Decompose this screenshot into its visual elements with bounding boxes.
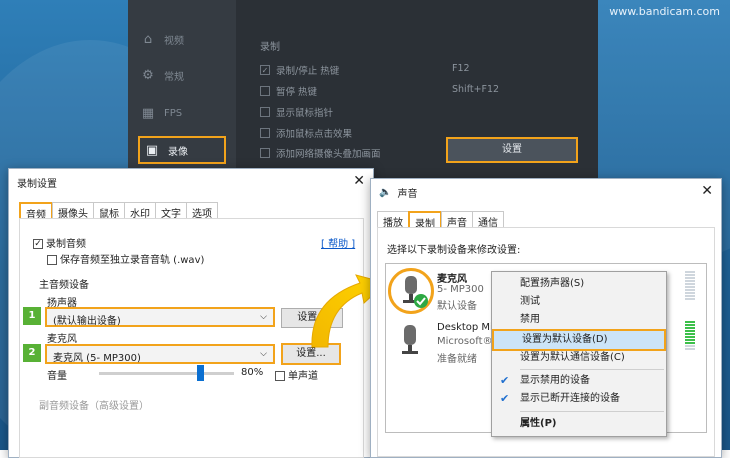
watermark: www.bandicam.com bbox=[609, 5, 720, 18]
main-device-group-label: 主音频设备 bbox=[39, 280, 89, 291]
menu-separator bbox=[520, 369, 664, 370]
context-menu: 配置扬声器(S) 测试 禁用 设置为默认设备(D) 设置为默认通信设备(C) ✔… bbox=[491, 271, 667, 437]
option-pause-hotkey[interactable]: 暂停 热键 bbox=[260, 84, 317, 98]
device-sub: 5- MP300 bbox=[437, 284, 484, 295]
gear-icon: ⚙ bbox=[142, 67, 154, 83]
instruction-text: 选择以下录制设备来修改设置: bbox=[387, 245, 521, 256]
save-track-checkbox[interactable]: 保存音频至独立录音音轨 (.wav) bbox=[47, 251, 204, 266]
menu-item-properties[interactable]: 属性(P) bbox=[492, 414, 666, 434]
microphone-icon bbox=[403, 276, 428, 308]
option-click-effect[interactable]: 添加鼠标点击效果 bbox=[260, 126, 352, 140]
option-show-cursor[interactable]: 显示鼠标指针 bbox=[260, 105, 333, 119]
checkbox[interactable] bbox=[260, 128, 270, 138]
video-icon: ▣ bbox=[145, 142, 159, 158]
device-status: 准备就绪 bbox=[437, 354, 477, 365]
device-status: 默认设备 bbox=[437, 301, 477, 312]
speaker-select[interactable]: (默认输出设备) ⌵ bbox=[45, 307, 275, 327]
checkbox[interactable] bbox=[260, 86, 270, 96]
option-webcam-overlay[interactable]: 添加网络摄像头叠加画面 bbox=[260, 146, 381, 160]
menu-item-set-default-comm[interactable]: 设置为默认通信设备(C) bbox=[492, 348, 666, 368]
close-icon[interactable]: ✕ bbox=[701, 183, 713, 199]
mic-device-icon-highlight[interactable] bbox=[388, 268, 434, 314]
hotkey-record[interactable]: F12 bbox=[452, 63, 470, 74]
speaker-icon: 🔈 bbox=[379, 186, 392, 198]
titlebar: 🔈 声音 ✕ bbox=[371, 179, 721, 205]
level-meter bbox=[685, 321, 695, 351]
secondary-device-label: 副音频设备（高级设置） bbox=[39, 401, 149, 412]
section-title: 录制 bbox=[260, 42, 280, 53]
mono-checkbox[interactable]: 单声道 bbox=[275, 367, 318, 382]
nav-item-fps[interactable]: ▦ FPS bbox=[140, 102, 182, 124]
chevron-down-icon: ⌵ bbox=[260, 312, 267, 322]
mic-select[interactable]: 麦克风 (5- MP300) ⌵ bbox=[45, 344, 275, 364]
nav-item-record[interactable]: ▣ 录像 bbox=[138, 136, 226, 164]
menu-item-configure-speaker[interactable]: 配置扬声器(S) bbox=[492, 274, 666, 294]
checkbox[interactable]: ✓ bbox=[260, 65, 270, 75]
nav-item-general[interactable]: ⚙ 常规 bbox=[140, 64, 184, 86]
step-badge-2: 2 bbox=[23, 344, 41, 362]
volume-percent: 80% bbox=[241, 367, 264, 378]
menu-item-disable[interactable]: 禁用 bbox=[492, 310, 666, 330]
hotkey-pause[interactable]: Shift+F12 bbox=[452, 84, 499, 95]
device-name[interactable]: Desktop Mi bbox=[437, 322, 493, 333]
device-sub: Microsoft® bbox=[437, 336, 493, 347]
bandicam-settings-button[interactable]: 设置 bbox=[446, 137, 578, 163]
close-icon[interactable]: ✕ bbox=[353, 173, 365, 189]
menu-item-show-disconnected[interactable]: 显示已断开连接的设备 bbox=[492, 389, 666, 409]
nav-item-video[interactable]: ⌂ 视频 bbox=[140, 28, 184, 50]
option-record-hotkey[interactable]: ✓ 录制/停止 热键 bbox=[260, 63, 339, 77]
bandicam-sidebar: ⌂ 视频 ⚙ 常规 ▦ FPS ▣ 录像 bbox=[128, 0, 236, 180]
level-meter bbox=[685, 271, 695, 301]
microphone-icon bbox=[402, 325, 418, 354]
help-link[interactable]: [ 帮助 ] bbox=[321, 235, 355, 250]
menu-item-show-disabled[interactable]: 显示禁用的设备 bbox=[492, 371, 666, 391]
bandicam-window: ⌂ 视频 ⚙ 常规 ▦ FPS ▣ 录像 录制 ✓ 录制/停止 热键 F12 暂停 热键 … bbox=[128, 0, 598, 180]
dialog-title: 声音 bbox=[397, 188, 418, 200]
dialog-title: 录制设置 bbox=[17, 178, 57, 190]
volume-slider-track[interactable] bbox=[99, 372, 234, 375]
menu-item-test[interactable]: 测试 bbox=[492, 292, 666, 312]
home-icon: ⌂ bbox=[143, 31, 153, 47]
checkbox[interactable] bbox=[260, 148, 270, 158]
step-badge-1: 1 bbox=[23, 307, 41, 325]
device-name[interactable]: 麦克风 bbox=[437, 270, 467, 285]
titlebar: 录制设置 ✕ bbox=[9, 169, 373, 195]
checkbox[interactable] bbox=[260, 107, 270, 117]
chevron-down-icon: ⌵ bbox=[260, 349, 267, 359]
volume-slider-thumb[interactable] bbox=[197, 365, 204, 381]
record-audio-checkbox[interactable]: ✓ 录制音频 bbox=[33, 235, 86, 250]
menu-separator bbox=[520, 411, 664, 412]
volume-label: 音量 bbox=[47, 371, 67, 382]
mic-label: 麦克风 bbox=[47, 334, 77, 345]
fps-icon: ▦ bbox=[141, 105, 155, 121]
